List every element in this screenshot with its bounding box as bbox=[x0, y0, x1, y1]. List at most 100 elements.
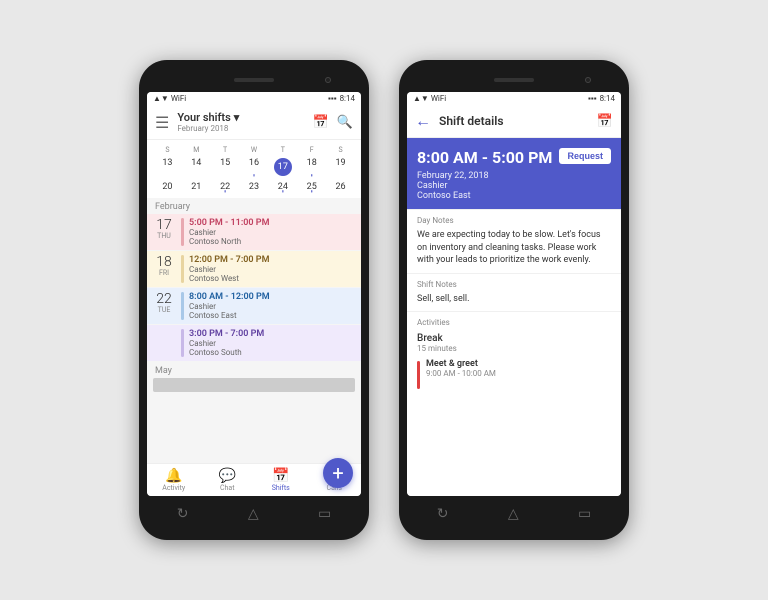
details-scroll: Day Notes We are expecting today to be s… bbox=[407, 209, 621, 496]
cal-day-16[interactable]: 16• bbox=[240, 156, 269, 178]
cal-day-15[interactable]: 15 bbox=[211, 156, 240, 178]
shift-date-empty bbox=[153, 329, 181, 357]
request-button[interactable]: Request bbox=[559, 148, 611, 164]
shift-bar-1 bbox=[181, 218, 184, 246]
activity-name: Meet & greet bbox=[426, 359, 496, 369]
phone-bottom-2: ↻ △ ▭ bbox=[407, 500, 621, 528]
fab-add[interactable]: + bbox=[323, 458, 353, 488]
phone-bottom-1: ↻ △ ▭ bbox=[147, 500, 361, 528]
shift-item-tue-1[interactable]: 22 TUE 8:00 AM - 12:00 PM Cashier Contos… bbox=[147, 288, 361, 324]
shift-date-22: 22 TUE bbox=[153, 292, 181, 320]
nav-shifts-label: Shifts bbox=[272, 484, 290, 492]
shift-date-17: 17 THU bbox=[153, 218, 181, 246]
cal-day-21[interactable]: 21 bbox=[182, 180, 211, 194]
search-icon-1[interactable]: 🔍 bbox=[337, 115, 353, 130]
shift-bar-4 bbox=[181, 329, 184, 357]
cal-day-17[interactable]: 17 bbox=[268, 156, 297, 178]
cal-label-f: F bbox=[297, 144, 326, 156]
meet-greet-item[interactable]: Meet & greet 9:00 AM - 10:00 AM bbox=[407, 355, 621, 393]
shift-hero-role: Cashier bbox=[417, 181, 611, 191]
shift-details-title: Shift details bbox=[439, 114, 597, 128]
phone-screen-2: ▲▼ WiFi ▪▪▪ 8:14 ← Shift details 📅 8:00 … bbox=[407, 92, 621, 496]
shift-location-3: Contoso East bbox=[189, 311, 355, 320]
recent-hw-btn-2[interactable]: ▭ bbox=[578, 506, 591, 522]
activity-time: 9:00 AM - 10:00 AM bbox=[426, 369, 496, 378]
back-hw-btn-2[interactable]: ↻ bbox=[437, 506, 449, 522]
shift-notes-text: Sell, sell, sell. bbox=[407, 291, 621, 312]
status-bar-1: ▲▼ WiFi ▪▪▪ 8:14 bbox=[147, 92, 361, 105]
home-hw-btn-2[interactable]: △ bbox=[508, 506, 519, 522]
back-hw-btn-1[interactable]: ↻ bbox=[177, 506, 189, 522]
day-notes-text: We are expecting today to be slow. Let's… bbox=[407, 227, 621, 273]
shift-hero: 8:00 AM - 5:00 PM Request February 22, 2… bbox=[407, 138, 621, 209]
break-name: Break bbox=[417, 333, 611, 344]
front-camera-2 bbox=[585, 77, 591, 83]
shift-hero-date: February 22, 2018 bbox=[417, 171, 611, 181]
header-subtitle: February 2018 bbox=[177, 124, 312, 133]
schedule-icon-2[interactable]: 📅 bbox=[597, 114, 613, 129]
cal-day-24[interactable]: 24• bbox=[268, 180, 297, 194]
menu-icon[interactable]: ☰ bbox=[155, 113, 169, 132]
cal-day-19[interactable]: 19 bbox=[326, 156, 355, 178]
nav-shifts[interactable]: 📅 Shifts bbox=[254, 464, 308, 496]
shift-date-18: 18 FRI bbox=[153, 255, 181, 283]
phone-top-1 bbox=[147, 72, 361, 88]
phone-screen-1: ▲▼ WiFi ▪▪▪ 8:14 ☰ Your shifts ▾ Februar… bbox=[147, 92, 361, 496]
chat-icon: 💬 bbox=[219, 468, 236, 484]
shift-item-thu[interactable]: 17 THU 5:00 PM - 11:00 PM Cashier Contos… bbox=[147, 214, 361, 250]
day-labels-row: S M T W T F S bbox=[153, 144, 355, 156]
shift-time-2: 12:00 PM - 7:00 PM bbox=[189, 255, 355, 265]
nav-chat[interactable]: 💬 Chat bbox=[201, 464, 255, 496]
status-signal: ▲▼ WiFi bbox=[153, 94, 325, 103]
cal-day-26[interactable]: 26 bbox=[326, 180, 355, 194]
shift-role-1: Cashier bbox=[189, 228, 355, 237]
cal-week-2: 20 21 22• 23 24• 25• 26 bbox=[153, 180, 355, 194]
cal-day-25[interactable]: 25• bbox=[297, 180, 326, 194]
phone-1: ▲▼ WiFi ▪▪▪ 8:14 ☰ Your shifts ▾ Februar… bbox=[139, 60, 369, 540]
cal-day-22[interactable]: 22• bbox=[211, 180, 240, 194]
shift-details-2: 12:00 PM - 7:00 PM Cashier Contoso West bbox=[189, 255, 355, 283]
shift-hero-time-row: 8:00 AM - 5:00 PM Request bbox=[417, 148, 611, 167]
cal-label-s1: S bbox=[153, 144, 182, 156]
month-label-february: February bbox=[147, 198, 361, 214]
day-notes-label: Day Notes bbox=[407, 209, 621, 227]
title-arrow[interactable]: ▾ bbox=[234, 111, 240, 124]
status-time-2: 8:14 bbox=[600, 94, 615, 103]
shift-item-fri[interactable]: 18 FRI 12:00 PM - 7:00 PM Cashier Contos… bbox=[147, 251, 361, 287]
nav-activity-label: Activity bbox=[162, 484, 185, 492]
cal-day-13[interactable]: 13 bbox=[153, 156, 182, 178]
cal-day-20[interactable]: 20 bbox=[153, 180, 182, 194]
shift-bar-2 bbox=[181, 255, 184, 283]
cal-label-t2: T bbox=[268, 144, 297, 156]
activity-icon: 🔔 bbox=[165, 468, 182, 484]
month-label-may: May bbox=[147, 362, 361, 378]
cal-week-1: 13 14 15 16• 17 18• 19 bbox=[153, 156, 355, 178]
shift-hero-time-text: 8:00 AM - 5:00 PM bbox=[417, 148, 552, 167]
schedule-icon-1[interactable]: 📅 bbox=[313, 115, 329, 130]
shift-role-3: Cashier bbox=[189, 302, 355, 311]
break-item: Break 15 minutes bbox=[407, 329, 621, 355]
shift-location-4: Contoso South bbox=[189, 348, 355, 357]
status-time-1: 8:14 bbox=[340, 94, 355, 103]
shift-item-tue-2[interactable]: 3:00 PM - 7:00 PM Cashier Contoso South bbox=[147, 325, 361, 361]
front-camera-1 bbox=[325, 77, 331, 83]
shifts-title: Your shifts bbox=[177, 111, 230, 124]
back-button[interactable]: ← bbox=[415, 111, 431, 131]
recent-hw-btn-1[interactable]: ▭ bbox=[318, 506, 331, 522]
cal-day-14[interactable]: 14 bbox=[182, 156, 211, 178]
phone-2: ▲▼ WiFi ▪▪▪ 8:14 ← Shift details 📅 8:00 … bbox=[399, 60, 629, 540]
cal-label-m: M bbox=[182, 144, 211, 156]
home-hw-btn-1[interactable]: △ bbox=[248, 506, 259, 522]
speaker-2 bbox=[494, 78, 534, 82]
shift-bar-3 bbox=[181, 292, 184, 320]
status-signal-2: ▲▼ WiFi bbox=[413, 94, 585, 103]
shift-location-2: Contoso West bbox=[189, 274, 355, 283]
cal-day-23[interactable]: 23 bbox=[240, 180, 269, 194]
p2-header: ← Shift details 📅 bbox=[407, 105, 621, 138]
nav-activity[interactable]: 🔔 Activity bbox=[147, 464, 201, 496]
shift-notes-label: Shift Notes bbox=[407, 273, 621, 291]
nav-chat-label: Chat bbox=[220, 484, 235, 492]
shifts-icon: 📅 bbox=[272, 468, 289, 484]
shift-role-2: Cashier bbox=[189, 265, 355, 274]
cal-day-18[interactable]: 18• bbox=[297, 156, 326, 178]
